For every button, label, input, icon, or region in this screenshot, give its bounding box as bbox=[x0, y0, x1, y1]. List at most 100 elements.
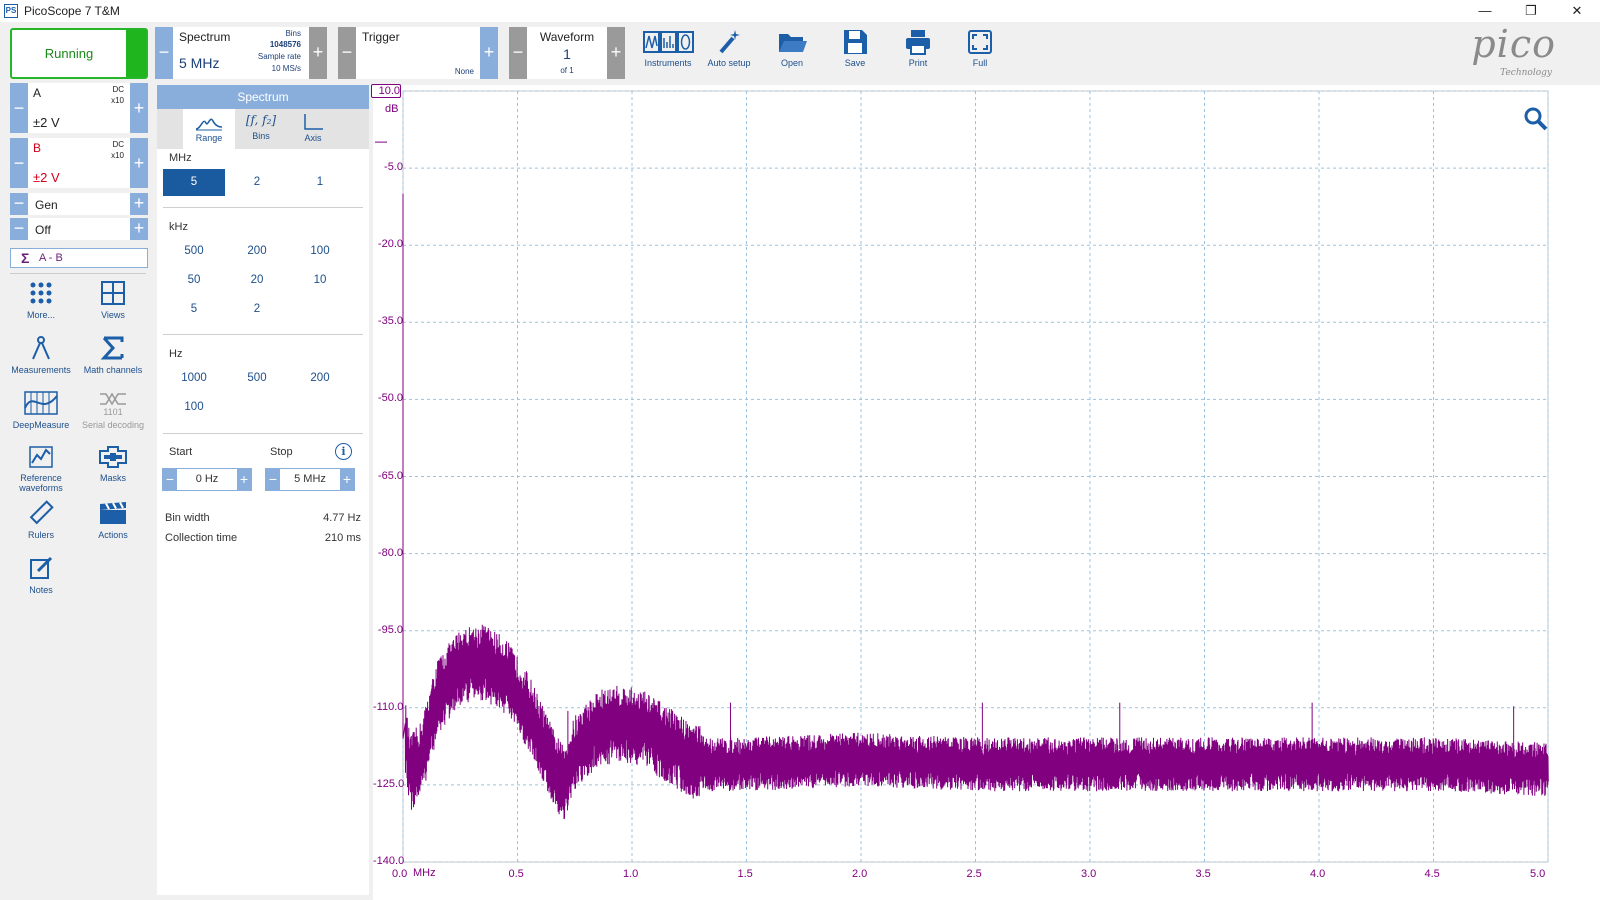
tab-axis[interactable]: Axis bbox=[287, 109, 339, 149]
instruments-label: Instruments bbox=[644, 58, 692, 68]
bin-width-label: Bin width bbox=[165, 512, 210, 524]
math-channel-a-minus-b[interactable]: Σ A - B bbox=[10, 248, 148, 268]
x-tick-label: 2.0 bbox=[852, 868, 868, 880]
generator-state-decrease-button[interactable]: − bbox=[10, 218, 28, 240]
range-option-200-hz[interactable]: 200 bbox=[289, 365, 351, 392]
actions-label: Actions bbox=[98, 530, 128, 540]
spectrum-plot[interactable] bbox=[373, 85, 1600, 900]
range-option-100-khz[interactable]: 100 bbox=[289, 238, 351, 265]
range-option-5-khz[interactable]: 5 bbox=[163, 296, 225, 323]
measurements-button[interactable]: Measurements bbox=[6, 335, 76, 375]
range-option-1000-hz[interactable]: 1000 bbox=[163, 365, 225, 392]
waveform-previous-button[interactable]: − bbox=[509, 27, 527, 79]
stop-frequency-input[interactable]: 5 MHz bbox=[280, 469, 340, 490]
zoom-icon[interactable] bbox=[1522, 105, 1550, 133]
stop-increase-button[interactable]: + bbox=[340, 469, 354, 490]
range-option-50-khz[interactable]: 50 bbox=[163, 267, 225, 294]
restore-button[interactable]: ❐ bbox=[1508, 0, 1554, 22]
minimize-button[interactable]: — bbox=[1462, 0, 1508, 22]
tab-range[interactable]: Range bbox=[183, 109, 235, 149]
channel-a-range[interactable]: ±2 V bbox=[33, 115, 60, 130]
start-increase-button[interactable]: + bbox=[237, 469, 251, 490]
range-option-5-mhz[interactable]: 5 bbox=[163, 169, 225, 196]
serial-decoding-icon: 1101 bbox=[100, 392, 126, 416]
run-stop-button[interactable]: Running bbox=[10, 28, 148, 79]
pico-logo-subtitle: Technology bbox=[1500, 68, 1552, 78]
more-button[interactable]: More... bbox=[6, 280, 76, 320]
start-frequency-input[interactable]: 0 Hz bbox=[177, 469, 237, 490]
range-option-500-hz[interactable]: 500 bbox=[226, 365, 288, 392]
range-option-10-khz[interactable]: 10 bbox=[289, 267, 351, 294]
views-button[interactable]: Views bbox=[78, 280, 148, 320]
trigger-increase-button[interactable]: + bbox=[480, 27, 498, 79]
save-label: Save bbox=[844, 58, 866, 68]
channel-a-decrease-button[interactable]: − bbox=[10, 83, 28, 133]
channel-b-decrease-button[interactable]: − bbox=[10, 138, 28, 188]
picoscope-app-icon: PS bbox=[4, 4, 18, 18]
auto-setup-button[interactable]: Auto setup bbox=[701, 26, 757, 80]
start-decrease-button[interactable]: − bbox=[163, 469, 177, 490]
trigger-mode[interactable]: None bbox=[455, 67, 474, 76]
trigger-decrease-button[interactable]: − bbox=[338, 27, 356, 79]
section-divider bbox=[163, 207, 363, 208]
channel-b-range[interactable]: ±2 V bbox=[33, 170, 60, 185]
open-button[interactable]: Open bbox=[764, 26, 820, 80]
generator-decrease-button[interactable]: − bbox=[10, 193, 28, 215]
bin-width-row: Bin width 4.77 Hz bbox=[165, 512, 361, 524]
measurements-label: Measurements bbox=[11, 365, 71, 375]
range-option-2-mhz[interactable]: 2 bbox=[226, 169, 288, 196]
channel-b-coupling[interactable]: DC bbox=[112, 140, 124, 149]
math-channels-button[interactable]: Math channels bbox=[78, 335, 148, 375]
range-option-20-khz[interactable]: 20 bbox=[226, 267, 288, 294]
channel-a-probe[interactable]: x10 bbox=[111, 96, 124, 105]
expand-icon bbox=[968, 30, 992, 54]
close-button[interactable]: ✕ bbox=[1554, 0, 1600, 22]
collection-time-row: Collection time 210 ms bbox=[165, 532, 361, 544]
generator-state[interactable]: Off bbox=[35, 223, 51, 237]
channel-b-increase-button[interactable]: + bbox=[130, 138, 148, 188]
serial-decoding-label: Serial decoding bbox=[81, 420, 145, 430]
collection-time-value: 210 ms bbox=[324, 532, 361, 544]
range-option-1-mhz[interactable]: 1 bbox=[289, 169, 351, 196]
print-button[interactable]: Print bbox=[890, 26, 946, 80]
generator-increase-button[interactable]: + bbox=[130, 193, 148, 215]
full-screen-button[interactable]: Full bbox=[952, 26, 1008, 80]
spectrum-value[interactable]: 5 MHz bbox=[179, 55, 219, 71]
open-label: Open bbox=[780, 58, 804, 68]
mask-icon bbox=[99, 446, 127, 468]
compass-measure-icon bbox=[32, 336, 50, 360]
instruments-button[interactable]: Instruments bbox=[640, 26, 696, 80]
spectrum-increase-button[interactable]: + bbox=[309, 27, 327, 79]
reference-waveforms-button[interactable]: Reference waveforms bbox=[6, 445, 76, 493]
bins-icon: [f, f₂] bbox=[245, 113, 277, 127]
generator-state-increase-button[interactable]: + bbox=[130, 218, 148, 240]
trigger-stepper: − Trigger None + bbox=[338, 27, 498, 79]
masks-button[interactable]: Masks bbox=[78, 445, 148, 483]
info-icon[interactable]: i bbox=[335, 443, 352, 460]
x-tick-label: 3.5 bbox=[1195, 868, 1211, 880]
spectrum-decrease-button[interactable]: − bbox=[155, 27, 173, 79]
actions-button[interactable]: Actions bbox=[78, 500, 148, 540]
channel-b-probe[interactable]: x10 bbox=[111, 151, 124, 160]
channel-a-increase-button[interactable]: + bbox=[130, 83, 148, 133]
rulers-button[interactable]: Rulers bbox=[6, 500, 76, 540]
x-tick-label: 1.0 bbox=[623, 868, 639, 880]
deepmeasure-label: DeepMeasure bbox=[12, 420, 70, 430]
channel-a-coupling[interactable]: DC bbox=[112, 85, 124, 94]
save-button[interactable]: Save bbox=[827, 26, 883, 80]
range-option-100-hz[interactable]: 100 bbox=[163, 394, 225, 421]
range-option-200-khz[interactable]: 200 bbox=[226, 238, 288, 265]
stop-decrease-button[interactable]: − bbox=[266, 469, 280, 490]
waveform-next-button[interactable]: + bbox=[607, 27, 625, 79]
instruments-icon bbox=[643, 31, 694, 53]
range-option-2-khz[interactable]: 2 bbox=[226, 296, 288, 323]
deepmeasure-button[interactable]: DeepMeasure bbox=[6, 390, 76, 430]
range-option-500-khz[interactable]: 500 bbox=[163, 238, 225, 265]
left-sidebar: − A DC x10 ±2 V + − B DC x10 ±2 V + − Ge… bbox=[0, 83, 150, 900]
waveform-index[interactable]: 1 bbox=[527, 46, 607, 62]
spectrum-view[interactable]: 10.0 -5.0 -20.0 -35.0 -50.0 -65.0 -80.0 -95.0 -1… bbox=[371, 84, 1600, 900]
notes-button[interactable]: Notes bbox=[6, 555, 76, 595]
serial-decoding-button[interactable]: 1101 Serial decoding bbox=[78, 390, 148, 430]
hz-section-label: Hz bbox=[169, 348, 183, 360]
tab-bins[interactable]: [f, f₂] Bins bbox=[235, 109, 287, 149]
